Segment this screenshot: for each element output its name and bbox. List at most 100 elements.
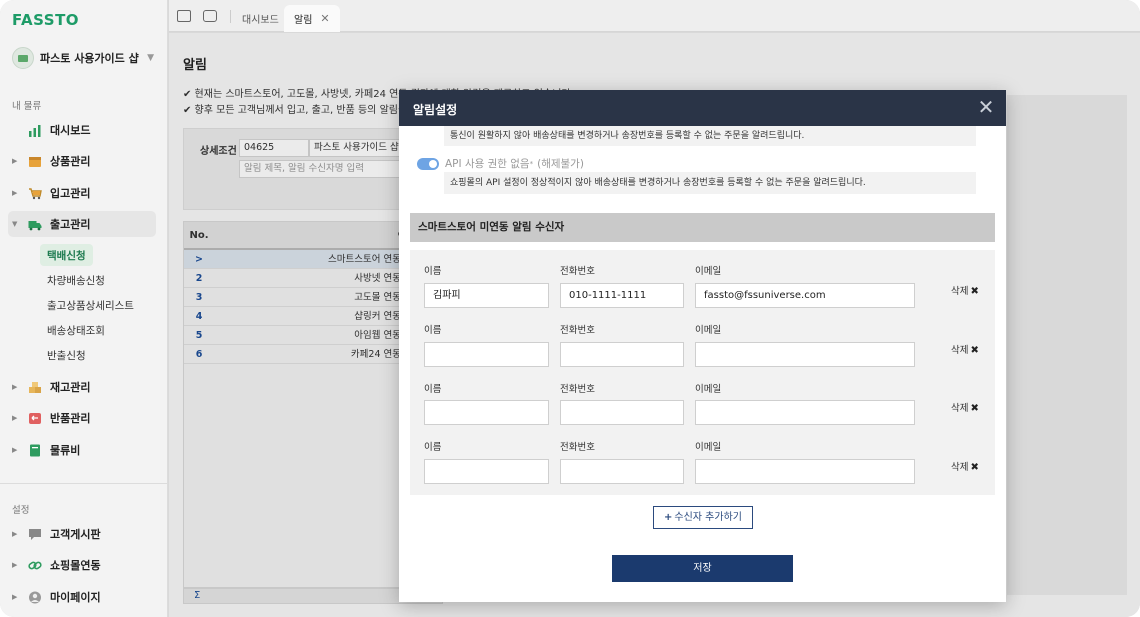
- add-recipient-button[interactable]: + 수신자 추가하기: [653, 506, 753, 529]
- sub-item-export-request[interactable]: 반출신청: [40, 344, 93, 366]
- user-icon: [29, 591, 41, 603]
- plus-icon: +: [664, 512, 673, 523]
- return-icon: [29, 412, 41, 424]
- section-label-settings: 설정: [12, 505, 30, 516]
- name-label: 이름: [424, 384, 442, 395]
- recipients-section-title: 스마트스토어 미연동 알림 수신자: [410, 213, 995, 242]
- name-label: 이름: [424, 266, 442, 277]
- sidebar-item-outbound[interactable]: ▼ 출고관리: [8, 211, 156, 237]
- close-icon[interactable]: ✕: [975, 96, 997, 118]
- tab-bar: 대시보드 알림 ✕: [169, 0, 1140, 32]
- sidebar-item-inventory[interactable]: ▶ 재고관리: [8, 374, 156, 400]
- sidebar-item-logistics-cost[interactable]: ▶ 물류비: [8, 437, 156, 463]
- sidebar-item-label: 고객게시판: [50, 528, 101, 541]
- recipient-email-input[interactable]: [695, 400, 915, 425]
- sidebar-item-label: 상품관리: [50, 155, 91, 168]
- chat-icon: [29, 528, 41, 540]
- recipients-list: 이름 전화번호 이메일 김파피 010-1111-1111 fassto@fss…: [410, 250, 995, 495]
- email-label: 이메일: [695, 266, 722, 277]
- recipient-email-input[interactable]: [695, 459, 915, 484]
- shop-selector[interactable]: 파스토 사용가이드 샵 ▼: [12, 46, 158, 70]
- api-permission-toggle[interactable]: [417, 157, 439, 170]
- tab-dashboard[interactable]: 대시보드: [232, 5, 289, 32]
- recipient-phone-input[interactable]: 010-1111-1111: [560, 283, 684, 308]
- chevron-down-icon: ▼: [147, 53, 154, 63]
- recipient-name-input[interactable]: [424, 342, 549, 367]
- section-label-my: 내 물류: [12, 101, 42, 112]
- box-icon: [29, 156, 41, 167]
- delete-x-icon: ✖: [970, 403, 979, 414]
- toggle-label: API 사용 권한 없음: [445, 158, 530, 170]
- bar-chart-icon: [29, 124, 41, 137]
- close-icon[interactable]: ✕: [320, 12, 329, 25]
- toggle-sub-label: (해제불가): [537, 158, 584, 170]
- tab-label: 대시보드: [242, 15, 279, 26]
- email-label: 이메일: [695, 384, 722, 395]
- recipient-name-input[interactable]: [424, 459, 549, 484]
- window-settings-icon[interactable]: [203, 10, 217, 22]
- truck-icon: [28, 220, 42, 230]
- recipient-email-input[interactable]: [695, 342, 915, 367]
- recipient-phone-input[interactable]: [560, 342, 684, 367]
- delete-recipient-button[interactable]: 삭제 ✖: [951, 400, 979, 414]
- sidebar-item-mypage[interactable]: ▶ 마이페이지: [8, 584, 156, 610]
- fassto-logo[interactable]: FASSTO: [12, 11, 79, 29]
- sidebar: FASSTO 파스토 사용가이드 샵 ▼ 내 물류 대시보드 ▶ 상품관리 ▶ …: [0, 0, 168, 617]
- save-button[interactable]: 저장: [612, 555, 793, 582]
- sidebar-item-dashboard[interactable]: 대시보드: [8, 117, 156, 143]
- description-text: 쇼핑몰의 API 설정이 정상적이지 않아 배송상태를 변경하거나 송장번호를 …: [444, 172, 976, 194]
- name-label: 이름: [424, 442, 442, 453]
- app-window: FASSTO 파스토 사용가이드 샵 ▼ 내 물류 대시보드 ▶ 상품관리 ▶ …: [0, 0, 1140, 617]
- recipient-name-input[interactable]: [424, 400, 549, 425]
- shop-avatar: [12, 47, 34, 69]
- sidebar-item-label: 재고관리: [50, 381, 91, 394]
- recipient-email-input[interactable]: fassto@fssuniverse.com: [695, 283, 915, 308]
- sub-item-outbound-detail-list[interactable]: 출고상품상세리스트: [40, 294, 141, 316]
- sidebar-item-label: 입고관리: [50, 187, 91, 200]
- chevron-right-icon: ▶: [12, 446, 18, 454]
- tab-notifications[interactable]: 알림 ✕: [284, 5, 340, 32]
- sidebar-item-label: 출고관리: [50, 218, 91, 231]
- chevron-right-icon: ▶: [12, 157, 18, 165]
- delete-label: 삭제: [951, 462, 969, 473]
- sidebar-item-label: 물류비: [50, 444, 81, 457]
- delete-recipient-button[interactable]: 삭제 ✖: [951, 459, 979, 473]
- chevron-right-icon: ▶: [12, 189, 18, 197]
- sidebar-item-mall-integration[interactable]: ▶ 쇼핑몰연동: [8, 552, 156, 578]
- sidebar-item-customer-board[interactable]: ▶ 고객게시판: [8, 521, 156, 547]
- recipient-phone-input[interactable]: [560, 400, 684, 425]
- phone-label: 전화번호: [560, 325, 595, 336]
- sidebar-divider: [0, 483, 168, 484]
- boxes-icon: [29, 381, 41, 393]
- delete-recipient-button[interactable]: 삭제 ✖: [951, 342, 979, 356]
- delete-recipient-button[interactable]: 삭제 ✖: [951, 283, 979, 297]
- chevron-right-icon: ▶: [12, 561, 18, 569]
- sidebar-item-returns[interactable]: ▶ 반품관리: [8, 405, 156, 431]
- add-recipient-label: 수신자 추가하기: [674, 512, 742, 523]
- chevron-right-icon: ▶: [12, 414, 18, 422]
- recipient-name-input[interactable]: 김파피: [424, 283, 549, 308]
- chevron-right-icon: ▶: [12, 593, 18, 601]
- description-text: 통신이 원활하지 않아 배송상태를 변경하거나 송장번호를 등록할 수 없는 주…: [444, 126, 976, 146]
- delete-x-icon: ✖: [970, 462, 979, 473]
- name-label: 이름: [424, 325, 442, 336]
- sidebar-item-label: 쇼핑몰연동: [50, 559, 101, 572]
- tab-label: 알림: [294, 15, 313, 26]
- email-label: 이메일: [695, 442, 722, 453]
- sidebar-item-inbound[interactable]: ▶ 입고관리: [8, 180, 156, 206]
- book-icon: [30, 444, 40, 456]
- shop-name: 파스토 사용가이드 샵: [40, 52, 139, 65]
- notification-settings-modal: 알림설정 ✕ 통신이 원활하지 않아 배송상태를 변경하거나 송장번호를 등록할…: [399, 90, 1006, 602]
- phone-label: 전화번호: [560, 266, 595, 277]
- sub-item-parcel-request[interactable]: 택배신청: [40, 244, 93, 266]
- email-label: 이메일: [695, 325, 722, 336]
- recipient-phone-input[interactable]: [560, 459, 684, 484]
- sidebar-item-products[interactable]: ▶ 상품관리: [8, 148, 156, 174]
- sidebar-toggle-icon[interactable]: [177, 10, 191, 22]
- tab-separator: [230, 10, 231, 23]
- phone-label: 전화번호: [560, 384, 595, 395]
- modal-header: 알림설정 ✕: [399, 90, 1006, 126]
- chevron-right-icon: ▶: [12, 530, 18, 538]
- sub-item-vehicle-delivery[interactable]: 차량배송신청: [40, 269, 112, 291]
- sub-item-delivery-status[interactable]: 배송상태조회: [40, 319, 112, 341]
